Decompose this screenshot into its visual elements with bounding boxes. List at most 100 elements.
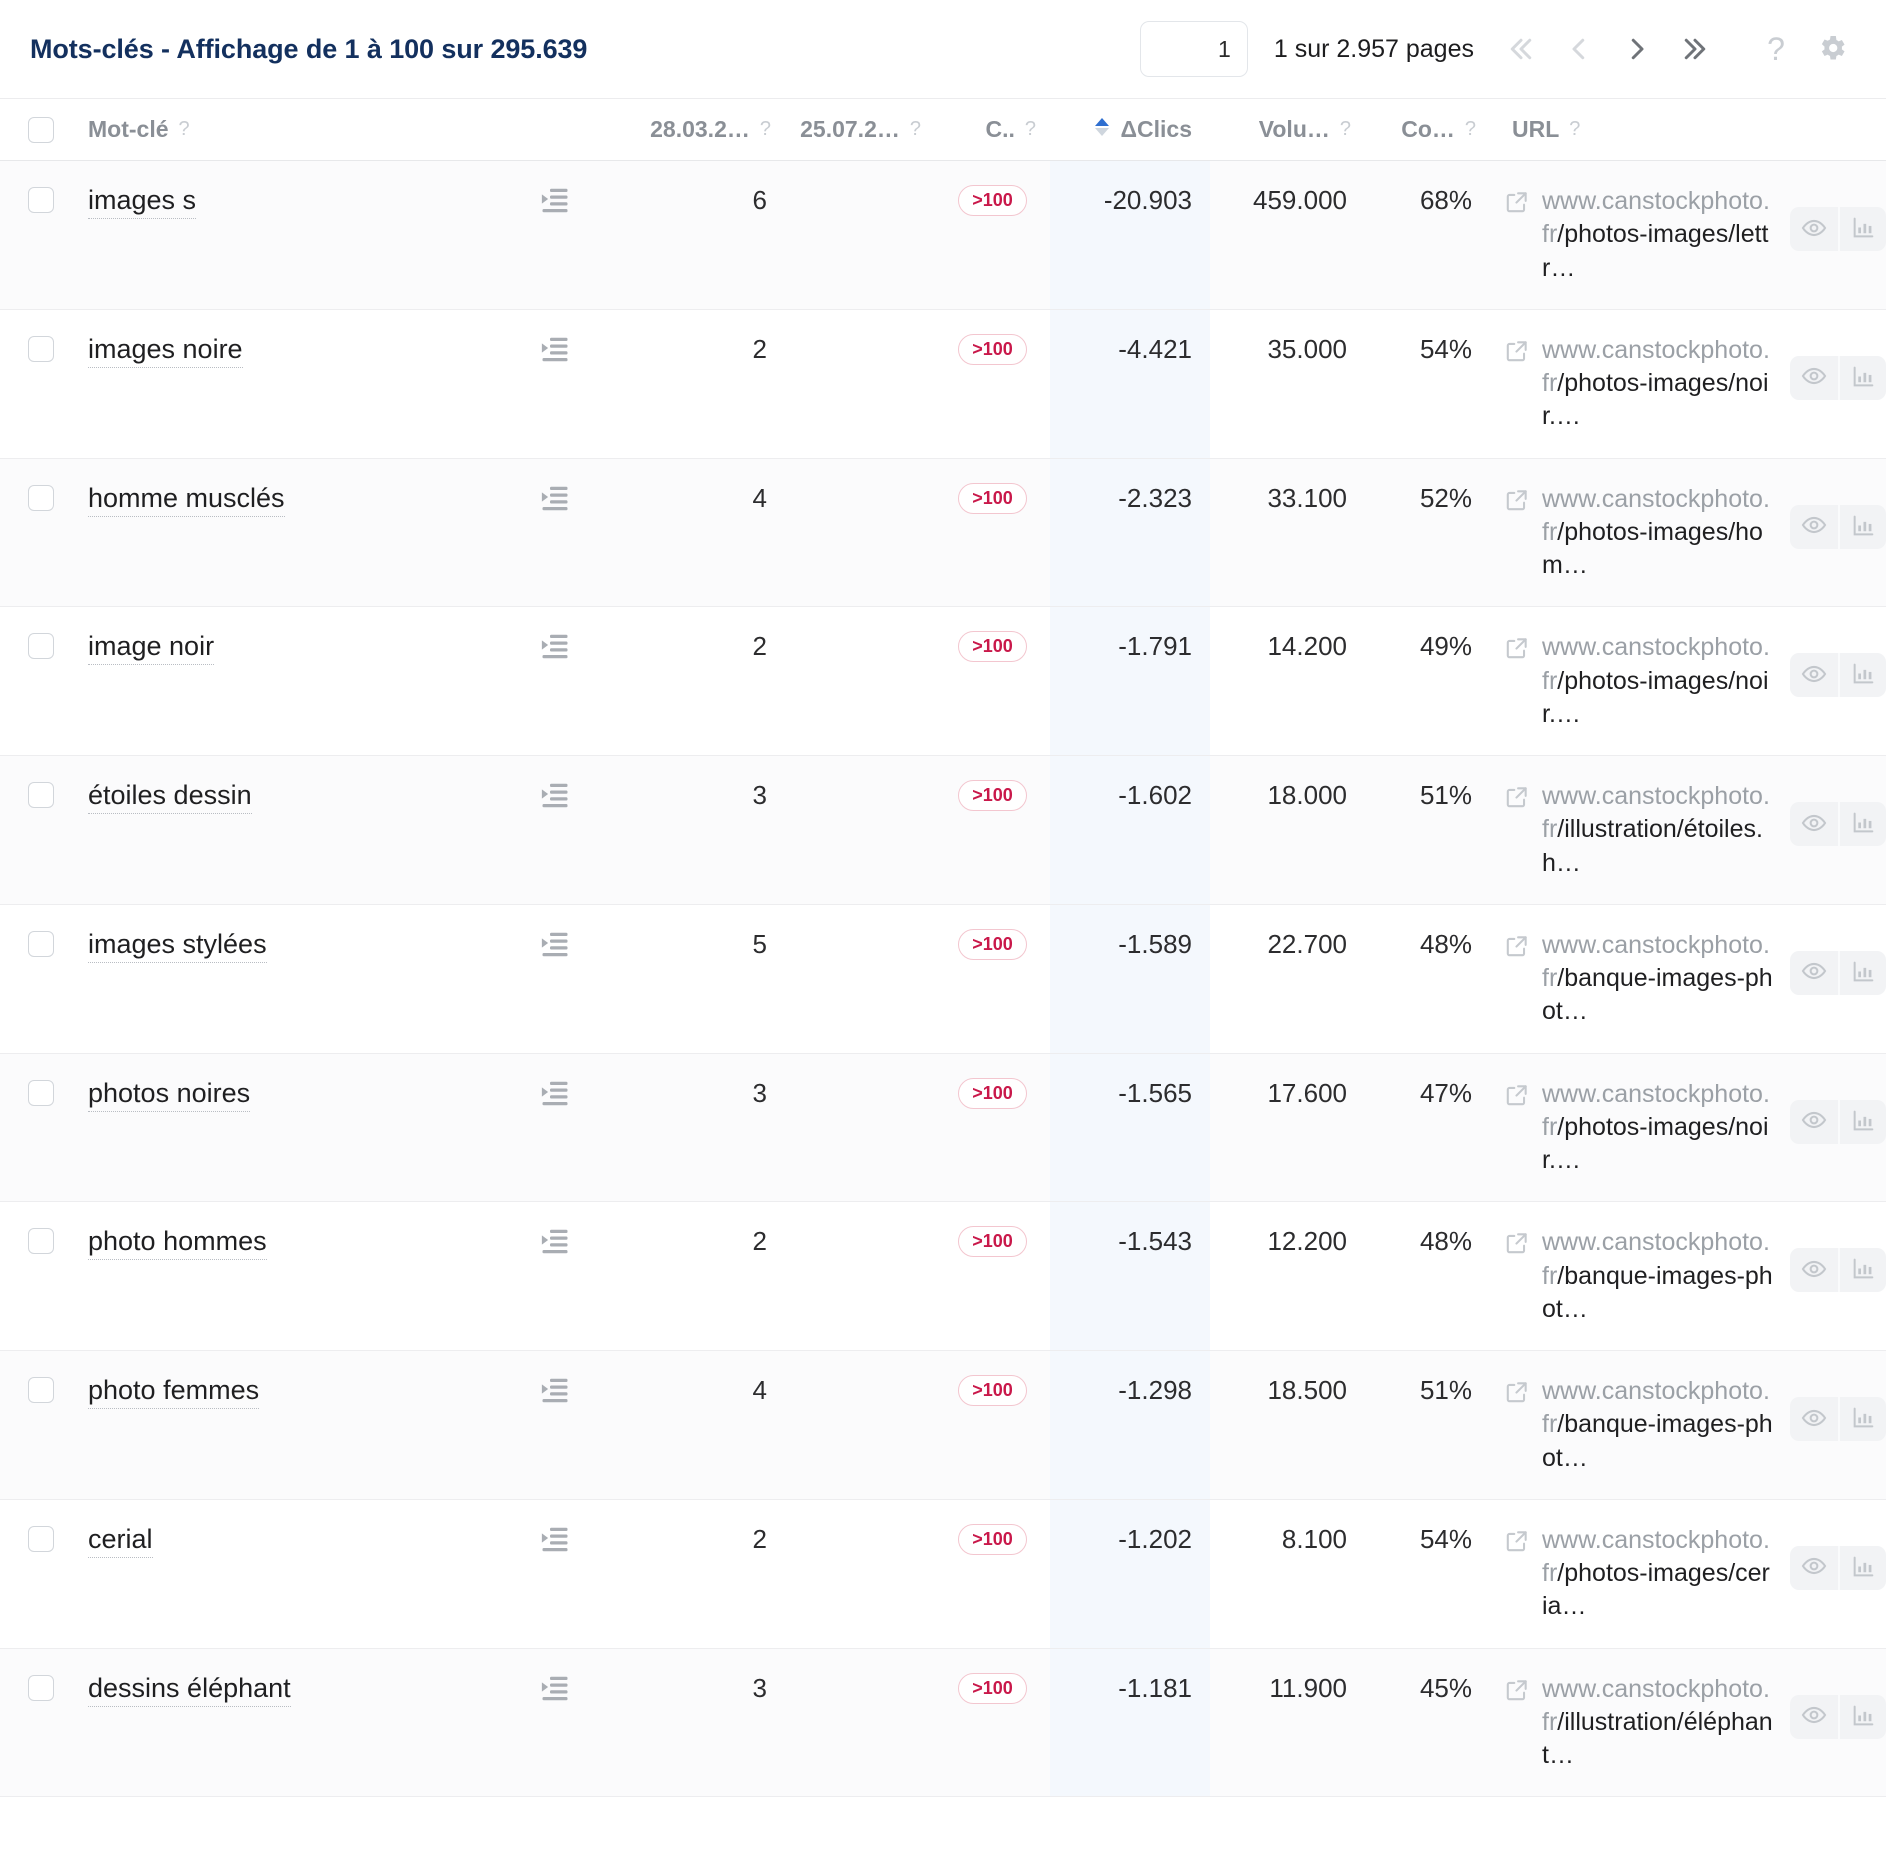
row-checkbox[interactable] [28,187,54,213]
row-checkbox[interactable] [28,1228,54,1255]
external-link-icon[interactable] [1504,1379,1530,1410]
indent-list-icon[interactable] [540,1375,570,1412]
keyword-link[interactable]: images stylées [88,929,267,963]
external-link-icon[interactable] [1504,1230,1530,1261]
preview-button[interactable] [1790,1695,1838,1739]
date2-help-icon[interactable]: ? [910,118,921,141]
stats-button[interactable] [1838,1397,1886,1441]
row-checkbox[interactable] [28,782,54,808]
next-page-button[interactable] [1608,20,1666,78]
url-link[interactable]: www.canstockphoto.fr/banque-images-phot… [1542,1375,1774,1475]
preview-button[interactable] [1790,1397,1838,1441]
indent-list-icon[interactable] [540,631,570,668]
indent-list-icon[interactable] [540,1226,570,1263]
column-header-date2[interactable]: 25.07.2… ? [785,98,935,161]
page-number-input[interactable] [1139,21,1248,77]
row-checkbox[interactable] [28,930,54,957]
keyword-link[interactable]: étoiles dessin [88,780,252,815]
table-row[interactable]: homme musclés 4 >100 -2.323 33.100 52% w… [0,458,1886,607]
table-row[interactable]: images noire 2 >100 -4.421 35.000 54% ww… [0,309,1886,458]
indent-list-icon[interactable] [540,929,570,966]
keyword-link[interactable]: images noire [88,334,243,368]
table-row[interactable]: image noir 2 >100 -1.791 14.200 49% www.… [0,606,1886,756]
row-checkbox[interactable] [28,1674,54,1701]
url-link[interactable]: www.canstockphoto.fr/photos-images/lettr… [1542,185,1774,285]
preview-button[interactable] [1790,802,1838,846]
row-checkbox[interactable] [28,484,54,511]
stats-button[interactable] [1838,653,1886,698]
table-row[interactable]: photo hommes 2 >100 -1.543 12.200 48% ww… [0,1201,1886,1351]
indent-list-icon[interactable] [540,780,570,817]
table-row[interactable]: photo femmes 4 >100 -1.298 18.500 51% ww… [0,1350,1886,1500]
stats-button[interactable] [1838,1545,1886,1590]
column-header-delta-clicks[interactable]: ΔClics [1050,98,1210,161]
external-link-icon[interactable] [1504,338,1530,369]
url-link[interactable]: www.canstockphoto.fr/photos-images/noir.… [1542,334,1774,434]
table-row[interactable]: images stylées 5 >100 -1.589 22.700 48% … [0,904,1886,1053]
column-header-competition[interactable]: Co… ? [1365,98,1490,161]
stats-button[interactable] [1838,207,1886,251]
stats-button[interactable] [1838,504,1886,549]
external-link-icon[interactable] [1504,933,1530,964]
preview-button[interactable] [1790,951,1838,995]
volume-help-icon[interactable]: ? [1340,118,1351,141]
previous-page-button[interactable] [1550,20,1608,78]
position-help-icon[interactable]: ? [1025,118,1036,141]
stats-button[interactable] [1838,355,1886,400]
column-header-date1[interactable]: 28.03.2… ? [620,98,785,161]
table-row[interactable]: images s 6 >100 -20.903 459.000 68% www.… [0,160,1886,310]
column-header-position[interactable]: C.. ? [935,98,1050,161]
url-link[interactable]: www.canstockphoto.fr/photos-images/ceria… [1542,1524,1774,1624]
stats-button[interactable] [1838,950,1886,995]
preview-button[interactable] [1790,1248,1838,1292]
url-link[interactable]: www.canstockphoto.fr/illustration/élépha… [1542,1673,1774,1773]
table-row[interactable]: cerial 2 >100 -1.202 8.100 54% www.canst… [0,1499,1886,1648]
external-link-icon[interactable] [1504,1082,1530,1113]
preview-button[interactable] [1790,1546,1838,1590]
row-checkbox[interactable] [28,1377,54,1403]
preview-button[interactable] [1790,1100,1838,1144]
first-page-button[interactable] [1492,20,1550,78]
settings-button[interactable] [1804,21,1860,77]
stats-button[interactable] [1838,1099,1886,1144]
row-checkbox[interactable] [28,633,54,660]
date1-help-icon[interactable]: ? [760,118,771,141]
indent-list-icon[interactable] [540,334,570,371]
column-header-url[interactable]: URL ? [1490,98,1886,161]
url-link[interactable]: www.canstockphoto.fr/photos-images/hom… [1542,483,1774,583]
external-link-icon[interactable] [1504,1677,1530,1708]
indent-list-icon[interactable] [540,1673,570,1710]
url-link[interactable]: www.canstockphoto.fr/banque-images-phot… [1542,1226,1774,1326]
external-link-icon[interactable] [1504,784,1530,815]
row-checkbox[interactable] [28,1525,54,1552]
indent-list-icon[interactable] [540,1078,570,1115]
competition-help-icon[interactable]: ? [1465,118,1476,141]
keyword-link[interactable]: cerial [88,1524,153,1558]
external-link-icon[interactable] [1504,487,1530,518]
external-link-icon[interactable] [1504,635,1530,666]
preview-button[interactable] [1790,207,1838,251]
table-row[interactable]: étoiles dessin 3 >100 -1.602 18.000 51% … [0,755,1886,905]
keyword-link[interactable]: photo femmes [88,1375,260,1410]
keyword-link[interactable]: image noir [88,631,215,666]
stats-button[interactable] [1838,1248,1886,1293]
stats-button[interactable] [1838,802,1886,846]
url-link[interactable]: www.canstockphoto.fr/photos-images/noir.… [1542,1078,1774,1178]
keyword-help-icon[interactable]: ? [179,118,190,141]
indent-list-icon[interactable] [540,1524,570,1561]
last-page-button[interactable] [1666,20,1724,78]
help-button[interactable]: ? [1748,21,1804,77]
preview-button[interactable] [1790,505,1838,549]
select-all-checkbox[interactable] [28,116,54,143]
row-checkbox[interactable] [28,335,54,362]
url-link[interactable]: www.canstockphoto.fr/photos-images/noir.… [1542,631,1774,731]
column-header-volume[interactable]: Volu… ? [1210,98,1365,161]
column-header-keyword[interactable]: Mot-clé ? [70,98,620,161]
keyword-link[interactable]: dessins éléphant [88,1673,291,1707]
indent-list-icon[interactable] [540,483,570,520]
external-link-icon[interactable] [1504,1528,1530,1559]
keyword-link[interactable]: photos noires [88,1078,251,1112]
url-help-icon[interactable]: ? [1569,118,1580,141]
keyword-link[interactable]: homme musclés [88,483,285,517]
row-checkbox[interactable] [28,1079,54,1106]
